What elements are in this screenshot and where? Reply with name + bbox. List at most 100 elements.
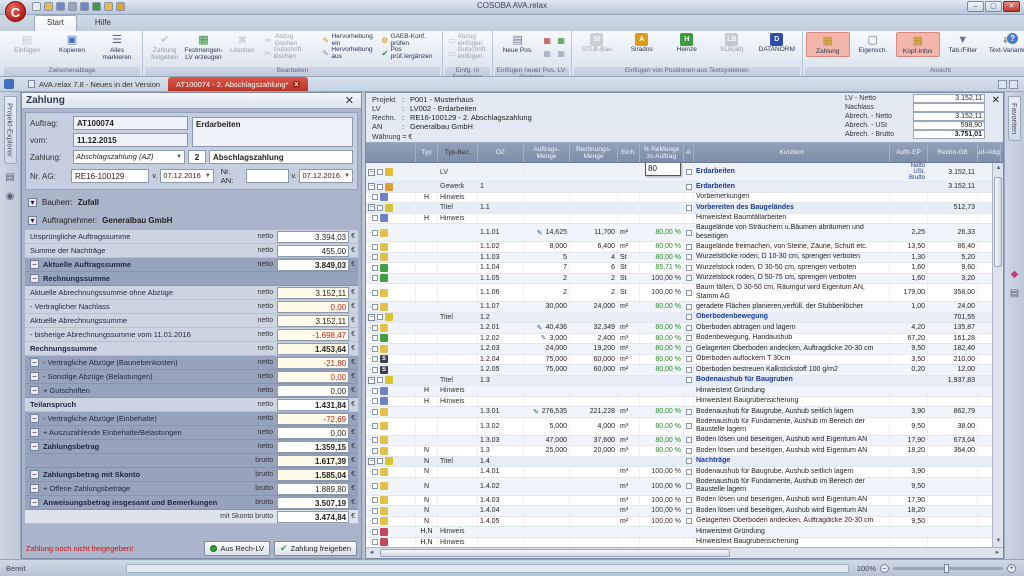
a-checkbox[interactable]	[686, 448, 692, 454]
sum-value-field[interactable]: 3.152,11	[277, 287, 349, 299]
ribbon-tab-start[interactable]: Start	[34, 15, 77, 31]
row-checkbox[interactable]	[372, 539, 378, 545]
table-row[interactable]: ···HHinweisVorbemerkungen	[366, 193, 1003, 204]
a-checkbox[interactable]	[686, 367, 692, 373]
scrollbar-thumb[interactable]	[994, 177, 1002, 267]
row-checkbox[interactable]	[372, 244, 378, 250]
collapse-toggle[interactable]: −	[30, 428, 39, 437]
row-checkbox[interactable]	[372, 469, 378, 475]
a-checkbox[interactable]	[686, 254, 692, 260]
a-checkbox[interactable]	[686, 518, 692, 524]
sum-value-field[interactable]: 1.889,80	[277, 483, 349, 495]
collapse-toggle[interactable]: ▾	[28, 216, 37, 225]
book-icon[interactable]: ▤	[5, 172, 14, 183]
row-checkbox[interactable]	[372, 497, 378, 503]
favorites-tab[interactable]: Favoriten	[1008, 96, 1021, 141]
scroll-up-icon[interactable]: ▲	[993, 163, 1004, 174]
app-logo-icon[interactable]: C	[5, 1, 26, 22]
Neue Pos.-button[interactable]: Neue Pos.	[496, 32, 540, 55]
aus-rech-lv-button[interactable]: Aus Rech-LV	[204, 541, 270, 556]
table-row[interactable]: ···1.1.028,0006,400m²80,00 %Baugelände f…	[366, 242, 1003, 253]
table-row[interactable]: ···1.1.0730,00024,000m²80,00 %geradete F…	[366, 302, 1003, 313]
sum-value-field[interactable]: 0,00	[277, 427, 349, 439]
payment-sum-row[interactable]: - bisherige Abrechnungssumme vom 11.01.2…	[25, 328, 358, 342]
table-row[interactable]: ···HHinweisHinweistext Gründung	[366, 386, 1003, 397]
sum-value-field[interactable]: 3.507,19	[277, 497, 349, 509]
Tab./Filter-button[interactable]: Tab./Filter	[941, 32, 985, 55]
percent-edit-input[interactable]: 80	[645, 163, 681, 176]
table-row[interactable]: ···H,NHinweisHinweistext Baugrubensicher…	[366, 538, 1003, 548]
document-tab[interactable]: AVA.relax 7.8 - Neues in der Version	[20, 77, 168, 91]
payment-sum-row[interactable]: mit Skonto brutto3.474,84€	[25, 510, 358, 524]
table-row[interactable]: ···1.3.025,0004,000m³80,00 %Bodenaushub …	[366, 418, 1003, 436]
payment-close-icon[interactable]: ✕	[342, 94, 357, 107]
column-header[interactable]: Typ-Bez.	[438, 143, 478, 162]
row-checkbox[interactable]	[372, 275, 378, 281]
date-an-select[interactable]: 07.12.2016▼	[299, 169, 353, 183]
row-checkbox[interactable]	[372, 508, 378, 514]
column-header[interactable]: Rechn-GB	[928, 143, 978, 162]
DATANORM-button[interactable]: DDATANORM	[755, 32, 799, 54]
row-checkbox[interactable]	[372, 346, 378, 352]
expand-icon[interactable]: −	[368, 183, 375, 190]
ribbon-button[interactable]	[555, 34, 568, 46]
zoom-in-icon[interactable]: +	[1007, 564, 1016, 573]
collapse-toggle[interactable]: −	[30, 260, 39, 269]
a-checkbox[interactable]	[686, 244, 692, 250]
Sirados-button[interactable]: ASirados	[620, 32, 664, 54]
a-checkbox[interactable]	[686, 423, 692, 429]
tab-close-icon[interactable]: x	[293, 81, 301, 88]
zoom-slider[interactable]	[893, 567, 1003, 570]
a-checkbox[interactable]	[686, 508, 692, 514]
a-checkbox[interactable]	[686, 230, 692, 236]
Hervorhebung aus-button[interactable]: Hervorhebung aus	[320, 47, 378, 59]
a-checkbox[interactable]	[686, 497, 692, 503]
nr-ag-field[interactable]: RE16-100129	[71, 169, 149, 183]
table-row[interactable]: ···S1.2.0475,00060,000m²80,00 %Oberboden…	[366, 355, 1003, 366]
a-checkbox[interactable]	[686, 314, 692, 320]
sum-value-field[interactable]: 455,00	[277, 245, 349, 257]
GAEB-Konf. prüfen-button[interactable]: GAEB-Konf. prüfen	[379, 34, 439, 46]
payment-sum-row[interactable]: −+ Auszuzahlende Einbehalte/Belastungenn…	[25, 426, 358, 440]
a-checkbox[interactable]	[686, 437, 692, 443]
row-checkbox[interactable]	[372, 290, 378, 296]
payment-sum-row[interactable]: −Zahlungsbetrag mit Skontobrutto1.585,04…	[25, 468, 358, 482]
row-checkbox[interactable]	[372, 254, 378, 260]
a-checkbox[interactable]	[686, 290, 692, 296]
sum-value-field[interactable]: 3.394,03	[277, 231, 349, 243]
a-checkbox[interactable]	[686, 265, 692, 271]
Kopieren-button[interactable]: Kopieren	[50, 32, 94, 55]
minimize-button[interactable]: –	[967, 1, 984, 12]
column-header[interactable]: Typ	[416, 143, 438, 162]
window-list-icon[interactable]	[1009, 80, 1018, 89]
Eigensch.-button[interactable]: Eigensch.	[851, 32, 895, 55]
scrollbar-thumb[interactable]	[380, 549, 730, 557]
document-tab[interactable]: AT100074 - 2. Abschlagszahlung*x	[168, 77, 308, 91]
scroll-down-icon[interactable]: ▼	[993, 536, 1004, 547]
row-checkbox[interactable]	[372, 367, 378, 373]
payment-sum-row[interactable]: - Vertraglicher Nachlassnetto0,00€	[25, 300, 358, 314]
payment-sum-row[interactable]: −- Vertragliche Abzüge (Einbehalte)netto…	[25, 412, 358, 426]
zahlung-type-select[interactable]: Abschlagszahlung (AZ)▼	[73, 150, 185, 164]
table-row[interactable]: ···N1.4.02m³100,00 %Bodenaushub für Fund…	[366, 478, 1003, 496]
table-row[interactable]: −Titel1.2Oberbodenbewegung701,55	[366, 313, 1003, 324]
table-row[interactable]: ···1.3.0347,00037,600m³80,00 %Boden löse…	[366, 436, 1003, 447]
expand-icon[interactable]: −	[368, 169, 375, 176]
expand-icon[interactable]: −	[368, 458, 375, 465]
expand-icon[interactable]: −	[368, 377, 375, 384]
payment-sum-row[interactable]: Teilanspruchnetto1.431,84€	[25, 398, 358, 412]
a-checkbox[interactable]	[686, 335, 692, 341]
positions-close-icon[interactable]: ✕	[992, 95, 1000, 106]
expand-icon[interactable]: −	[368, 314, 375, 321]
Kopf-Infos-button[interactable]: Kopf-Infos	[896, 32, 940, 57]
table-row[interactable]: ···N1.4.01m³100,00 %Bodenaushub für Baug…	[366, 467, 1003, 478]
help-icon[interactable]: ?	[1007, 33, 1018, 44]
row-checkbox[interactable]	[377, 205, 383, 211]
row-checkbox[interactable]	[372, 304, 378, 310]
table-row[interactable]: ···HHinweisHinweistext Baumfällarbeiten	[366, 214, 1003, 225]
Hervorhebung ein-button[interactable]: Hervorhebung ein	[320, 34, 378, 46]
sum-value-field[interactable]: 0,00	[277, 385, 349, 397]
collapse-toggle[interactable]: −	[30, 470, 39, 479]
Pos prüf./ergänzen-button[interactable]: Pos prüf./ergänzen	[379, 47, 439, 59]
date-ag-select[interactable]: 07.12.2016▼	[160, 169, 214, 183]
